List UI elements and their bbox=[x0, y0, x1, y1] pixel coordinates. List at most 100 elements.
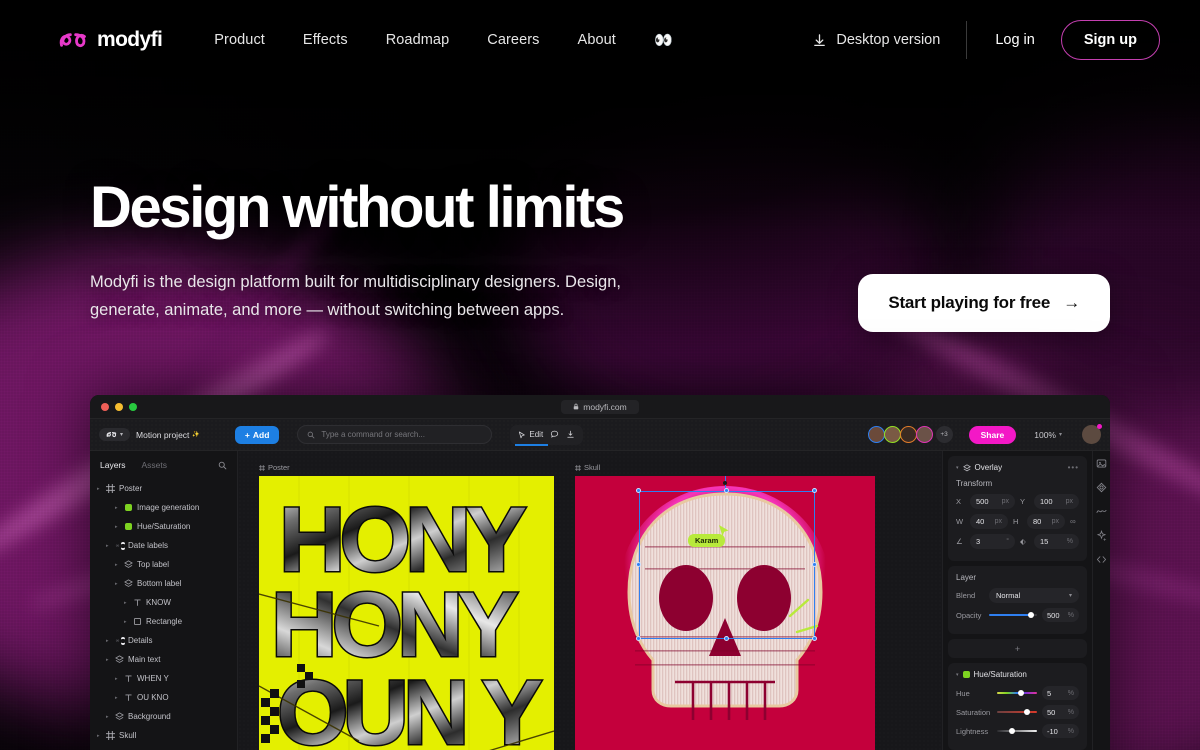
more-options-icon[interactable]: ••• bbox=[1068, 463, 1079, 472]
h-input[interactable]: 80 px bbox=[1027, 514, 1065, 529]
layer-tree-row[interactable]: ▸ Background bbox=[94, 707, 237, 726]
blend-mode-select[interactable]: Normal ▾ bbox=[989, 588, 1079, 603]
layer-tree-row[interactable]: ▸ Image generation bbox=[94, 498, 237, 517]
selection-handle-ml[interactable] bbox=[636, 562, 641, 567]
add-button[interactable]: + Add bbox=[234, 425, 280, 444]
layer-tree-row[interactable]: ▸ OU KNO bbox=[94, 688, 237, 707]
saturation-slider[interactable] bbox=[997, 706, 1037, 718]
nav-link-about[interactable]: About bbox=[578, 32, 616, 48]
code-icon[interactable] bbox=[1096, 554, 1107, 565]
chevron-right-icon[interactable]: ▸ bbox=[124, 619, 129, 625]
selection-handle-bl[interactable] bbox=[636, 636, 641, 641]
saturation-input[interactable]: 50 % bbox=[1042, 705, 1079, 719]
search-icon[interactable] bbox=[218, 461, 227, 470]
export-icon[interactable] bbox=[566, 430, 575, 439]
share-button[interactable]: Share bbox=[968, 425, 1017, 444]
start-playing-button[interactable]: Start playing for free → bbox=[858, 273, 1110, 332]
hue-input[interactable]: 5 % bbox=[1042, 686, 1079, 700]
hue-slider[interactable] bbox=[997, 687, 1037, 699]
skew-input[interactable]: 15 % bbox=[1034, 534, 1079, 549]
layer-tree-row[interactable]: ▸ KNOW bbox=[94, 593, 237, 612]
canvas[interactable]: Poster Skull HONY HONY OUN Y Karam bbox=[238, 451, 942, 750]
lightness-slider-knob[interactable] bbox=[1009, 728, 1015, 734]
image-icon[interactable] bbox=[1096, 458, 1107, 469]
chevron-right-icon[interactable]: ▸ bbox=[97, 486, 102, 492]
frame-label-poster[interactable]: Poster bbox=[259, 463, 290, 472]
poster-artwork[interactable]: HONY HONY OUN Y bbox=[259, 476, 554, 750]
chevron-right-icon[interactable]: ▸ bbox=[115, 562, 120, 568]
layer-tree-row[interactable]: ▸ ∞ Date labels bbox=[94, 536, 237, 555]
add-effect-button[interactable]: + bbox=[948, 639, 1087, 658]
frame-label-skull[interactable]: Skull bbox=[575, 463, 600, 472]
layer-tree-row[interactable]: ▸ Main text bbox=[94, 650, 237, 669]
selection-handle-tr[interactable] bbox=[812, 488, 817, 493]
edit-tab[interactable]: Edit bbox=[518, 430, 543, 439]
opacity-slider-knob[interactable] bbox=[1028, 612, 1035, 618]
x-input[interactable]: 500 px bbox=[970, 494, 1015, 509]
y-input[interactable]: 100 px bbox=[1034, 494, 1079, 509]
avatar-overflow-count[interactable]: +3 bbox=[935, 426, 953, 443]
avatar[interactable] bbox=[915, 426, 933, 443]
comment-icon[interactable] bbox=[550, 430, 559, 439]
overlay-header[interactable]: ▾ Overlay ••• bbox=[956, 463, 1079, 472]
layer-tree-row[interactable]: ▸ Bottom label bbox=[94, 574, 237, 593]
layer-tree-row[interactable]: ▸ Rectangle bbox=[94, 612, 237, 631]
chevron-right-icon[interactable]: ▸ bbox=[115, 695, 120, 701]
project-selector[interactable]: ▾ Motion project ✨ bbox=[99, 428, 200, 441]
avatar[interactable] bbox=[899, 426, 917, 443]
chevron-right-icon[interactable]: ▸ bbox=[115, 524, 120, 530]
layer-tree-row[interactable]: ▸ Skull bbox=[94, 726, 237, 745]
chevron-right-icon[interactable]: ▸ bbox=[106, 638, 111, 644]
wave-icon[interactable] bbox=[1096, 506, 1107, 517]
chevron-right-icon[interactable]: ▸ bbox=[115, 676, 120, 682]
desktop-version-link[interactable]: Desktop version bbox=[812, 32, 966, 48]
effects-icon[interactable] bbox=[1096, 482, 1107, 493]
layer-tree-row[interactable]: ▸ Poster bbox=[94, 479, 237, 498]
layer-tree-row[interactable]: ▸ Hue/Saturation bbox=[94, 517, 237, 536]
hue-saturation-header[interactable]: ▾ Hue/Saturation bbox=[956, 670, 1079, 679]
selection-handle-bc[interactable] bbox=[724, 636, 729, 641]
chevron-right-icon[interactable]: ▸ bbox=[106, 543, 111, 549]
layer-tree-row[interactable]: ▸ ∞ Details bbox=[94, 631, 237, 650]
maximize-icon[interactable] bbox=[129, 402, 137, 411]
project-logo-pill[interactable]: ▾ bbox=[99, 428, 131, 441]
opacity-slider[interactable] bbox=[989, 609, 1037, 621]
tab-assets[interactable]: Assets bbox=[142, 460, 168, 470]
chevron-right-icon[interactable]: ▸ bbox=[106, 657, 111, 663]
project-name[interactable]: Motion project ✨ bbox=[136, 430, 200, 440]
nav-link-roadmap[interactable]: Roadmap bbox=[386, 32, 450, 48]
layer-tree-row[interactable]: ▸ WHEN Y bbox=[94, 669, 237, 688]
link-ratio-icon[interactable]: ∞ bbox=[1070, 517, 1079, 526]
login-link[interactable]: Log in bbox=[967, 32, 1061, 48]
zoom-control[interactable]: 100% ▾ bbox=[1034, 430, 1062, 440]
current-user-avatar[interactable] bbox=[1082, 424, 1102, 444]
signup-button[interactable]: Sign up bbox=[1060, 20, 1160, 60]
lightness-slider[interactable] bbox=[997, 725, 1037, 737]
selection-handle-tc[interactable] bbox=[724, 488, 729, 493]
saturation-slider-knob[interactable] bbox=[1024, 709, 1031, 715]
close-icon[interactable] bbox=[101, 402, 109, 411]
chevron-right-icon[interactable]: ▸ bbox=[97, 733, 102, 739]
nav-link-careers[interactable]: Careers bbox=[487, 32, 539, 48]
nav-link-product[interactable]: Product bbox=[214, 32, 265, 48]
tab-layers[interactable]: Layers bbox=[100, 460, 126, 470]
selection-handle-mr[interactable] bbox=[812, 562, 817, 567]
layer-tree-row[interactable]: ▸ Top label bbox=[94, 555, 237, 574]
lightness-input[interactable]: -10 % bbox=[1042, 724, 1079, 738]
selection-handle-br[interactable] bbox=[812, 636, 817, 641]
chevron-right-icon[interactable]: ▸ bbox=[124, 600, 129, 606]
nav-link-effects[interactable]: Effects bbox=[303, 32, 348, 48]
skull-artwork[interactable]: Karam bbox=[575, 476, 875, 750]
hue-slider-knob[interactable] bbox=[1017, 690, 1024, 696]
w-input[interactable]: 40 px bbox=[970, 514, 1008, 529]
sparkle-icon[interactable] bbox=[1096, 530, 1107, 541]
chevron-right-icon[interactable]: ▸ bbox=[115, 581, 120, 587]
chevron-right-icon[interactable]: ▸ bbox=[106, 714, 111, 720]
avatar[interactable] bbox=[883, 426, 901, 443]
opacity-input[interactable]: 500 % bbox=[1042, 608, 1079, 622]
avatar[interactable] bbox=[867, 426, 885, 443]
selection-handle-tl[interactable] bbox=[636, 488, 641, 493]
command-search-input[interactable]: Type a command or search... bbox=[297, 425, 493, 444]
minimize-icon[interactable] bbox=[115, 402, 123, 411]
eyes-icon[interactable]: 👀 bbox=[654, 33, 673, 48]
